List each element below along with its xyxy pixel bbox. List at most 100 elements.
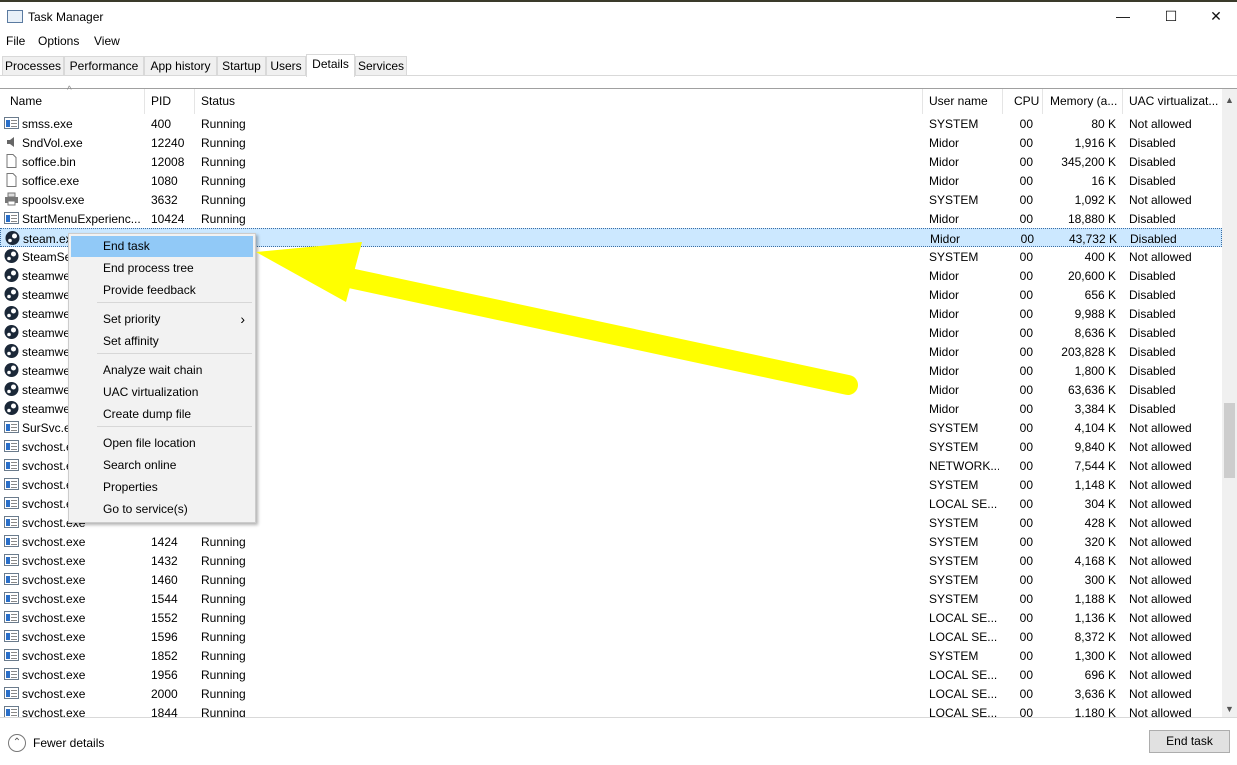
cell-pid: 12240 [151, 136, 185, 150]
table-row[interactable]: StartMenuExperienc... 10424 Running Midor 00… [0, 209, 1222, 228]
cell-pid: 1852 [151, 649, 178, 663]
tab-performance[interactable]: Performance [64, 56, 144, 76]
column-name[interactable]: Name [10, 94, 42, 108]
tab-users[interactable]: Users [266, 56, 306, 76]
steam-icon [4, 382, 19, 396]
cell-status: Running [201, 174, 246, 188]
vertical-scrollbar[interactable]: ▲ ▼ [1222, 89, 1237, 718]
table-row[interactable]: svchost.exe 1460 Running SYSTEM 00 300 K Not a… [0, 570, 1222, 589]
menu-item-properties[interactable]: Properties [71, 477, 253, 498]
tab-services[interactable]: Services [355, 56, 407, 76]
steam-icon [4, 287, 19, 301]
column-cpu[interactable]: CPU [1014, 94, 1039, 108]
cell-pid: 1544 [151, 592, 178, 606]
cell-pid: 1432 [151, 554, 178, 568]
menu-item-set-priority[interactable]: Set priority › [71, 309, 253, 330]
cell-uac-virtualization: Not allowed [1129, 611, 1192, 625]
steam-icon [4, 344, 19, 358]
cell-status: Running [201, 193, 246, 207]
cell-status: Running [201, 687, 246, 701]
cell-process-name: StartMenuExperienc... [22, 212, 141, 226]
maximize-button[interactable]: ☐ [1148, 2, 1194, 30]
menu-options[interactable]: Options [38, 34, 79, 48]
file-icon [4, 173, 19, 187]
column-user-name[interactable]: User name [929, 94, 988, 108]
column-uac[interactable]: UAC virtualizat... [1129, 94, 1218, 108]
cell-pid: 12008 [151, 155, 185, 169]
menu-file[interactable]: File [6, 34, 25, 48]
cell-memory: 1,300 K [1074, 649, 1116, 663]
menu-item-analyze-wait-chain[interactable]: Analyze wait chain [71, 360, 253, 381]
cell-memory: 63,636 K [1067, 383, 1116, 397]
tab-processes[interactable]: Processes [2, 56, 64, 76]
table-row[interactable]: svchost.exe 2000 Running LOCAL SE... 00 3,636… [0, 684, 1222, 703]
table-row[interactable]: svchost.exe 1852 Running SYSTEM 00 1,300 K Not… [0, 646, 1222, 665]
cell-memory: 1,800 K [1074, 364, 1116, 378]
close-button[interactable]: ✕ [1193, 2, 1237, 30]
menu-item-go-to-service-s[interactable]: Go to service(s) [71, 499, 253, 520]
cell-memory: 20,600 K [1067, 269, 1116, 283]
menu-item-end-process-tree[interactable]: End process tree [71, 258, 253, 279]
app-icon [4, 515, 19, 529]
cell-cpu: 00 [1019, 307, 1033, 321]
menu-item-provide-feedback[interactable]: Provide feedback [71, 280, 253, 301]
tab-details[interactable]: Details [306, 54, 355, 77]
cell-user-name: Midor [930, 232, 961, 246]
minimize-button[interactable]: — [1100, 2, 1146, 30]
menu-item-search-online[interactable]: Search online [71, 455, 253, 476]
tab-startup[interactable]: Startup [217, 56, 266, 76]
menu-item-uac-virtualization[interactable]: UAC virtualization [71, 382, 253, 403]
menu-item-end-task[interactable]: End task [71, 236, 253, 257]
table-row[interactable]: svchost.exe 1552 Running LOCAL SE... 00 1,136… [0, 608, 1222, 627]
cell-cpu: 00 [1019, 516, 1033, 530]
scroll-up-icon[interactable]: ▲ [1225, 95, 1234, 105]
cell-user-name: LOCAL SE... [929, 497, 998, 511]
cell-process-name: SndVol.exe [22, 136, 83, 150]
cell-cpu: 00 [1019, 250, 1033, 264]
table-row[interactable]: svchost.exe 1596 Running LOCAL SE... 00 8,372… [0, 627, 1222, 646]
table-row[interactable]: smss.exe 400 Running SYSTEM 00 80 K Not allowe… [0, 114, 1222, 133]
column-memory[interactable]: Memory (a... [1050, 94, 1117, 108]
table-row[interactable]: SndVol.exe 12240 Running Midor 00 1,916 K Disa… [0, 133, 1222, 152]
cell-memory: 3,384 K [1074, 402, 1116, 416]
table-row[interactable]: spoolsv.exe 3632 Running SYSTEM 00 1,092 K Not… [0, 190, 1222, 209]
cell-memory: 7,544 K [1074, 459, 1116, 473]
steam-icon [4, 325, 19, 339]
cell-uac-virtualization: Disabled [1129, 402, 1176, 416]
cell-cpu: 00 [1019, 155, 1033, 169]
table-row[interactable]: soffice.bin 12008 Running Midor 00 345,200 K D… [0, 152, 1222, 171]
table-row[interactable]: svchost.exe 1432 Running SYSTEM 00 4,168 K Not… [0, 551, 1222, 570]
cell-cpu: 00 [1019, 136, 1033, 150]
cell-uac-virtualization: Not allowed [1129, 497, 1192, 511]
menu-item-open-file-location[interactable]: Open file location [71, 433, 253, 454]
cell-uac-virtualization: Not allowed [1129, 630, 1192, 644]
scroll-thumb[interactable] [1224, 403, 1235, 478]
cell-cpu: 00 [1019, 288, 1033, 302]
menu-view[interactable]: View [94, 34, 120, 48]
table-row[interactable]: soffice.exe 1080 Running Midor 00 16 K Disable… [0, 171, 1222, 190]
cell-user-name: SYSTEM [929, 592, 979, 606]
scroll-down-icon[interactable]: ▼ [1225, 704, 1234, 714]
fewer-details-link[interactable]: Fewer details [33, 736, 104, 750]
cell-pid: 2000 [151, 687, 178, 701]
menu-item-label: Provide feedback [103, 283, 196, 297]
table-row[interactable]: svchost.exe 1544 Running SYSTEM 00 1,188 K Not… [0, 589, 1222, 608]
tab-app-history[interactable]: App history [144, 56, 217, 76]
cell-user-name: Midor [929, 307, 960, 321]
chevron-up-icon[interactable]: ⌃ [8, 734, 26, 752]
column-status[interactable]: Status [201, 94, 235, 108]
end-task-button[interactable]: End task [1149, 730, 1230, 753]
cell-pid: 1956 [151, 668, 178, 682]
cell-uac-virtualization: Disabled [1129, 174, 1176, 188]
cell-uac-virtualization: Disabled [1129, 383, 1176, 397]
cell-process-name: svchost.exe [22, 573, 86, 587]
column-pid[interactable]: PID [151, 94, 171, 108]
table-row[interactable]: svchost.exe 1956 Running LOCAL SE... 00 696 K… [0, 665, 1222, 684]
menu-item-set-affinity[interactable]: Set affinity [71, 331, 253, 352]
sort-ascending-icon: ^ [67, 85, 72, 96]
cell-cpu: 00 [1019, 174, 1033, 188]
menu-item-create-dump-file[interactable]: Create dump file [71, 404, 253, 425]
table-row[interactable]: svchost.exe 1424 Running SYSTEM 00 320 K Not a… [0, 532, 1222, 551]
cell-user-name: Midor [929, 383, 960, 397]
menu-item-label: Create dump file [103, 407, 192, 421]
